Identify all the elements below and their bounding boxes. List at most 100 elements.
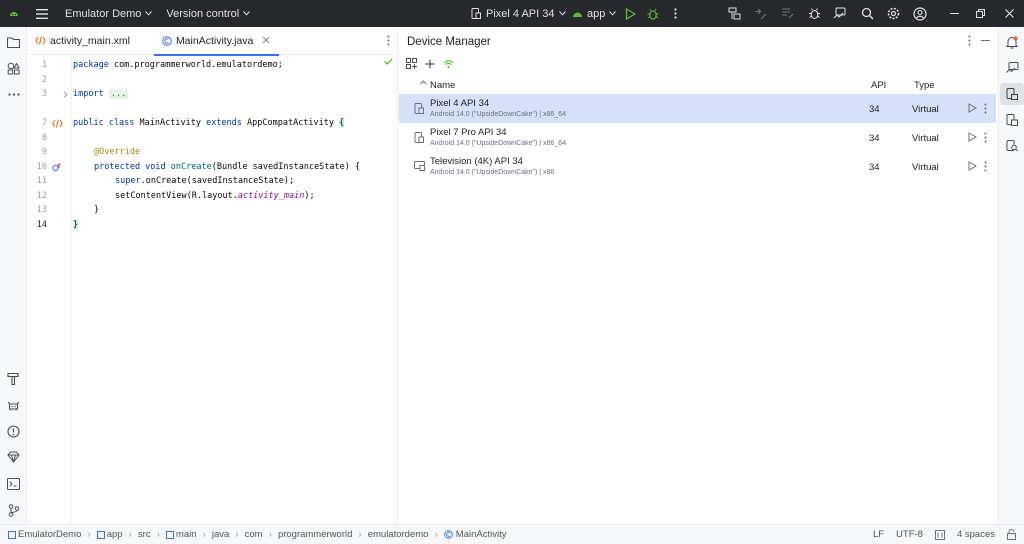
add-device-button[interactable]	[425, 59, 435, 69]
project-selector[interactable]: Emulator Demo	[59, 0, 158, 27]
project-tool-button[interactable]	[0, 30, 27, 54]
notifications-button[interactable]	[1000, 31, 1024, 53]
fold-expand-icon[interactable]	[63, 87, 68, 101]
more-tools-button[interactable]	[0, 82, 27, 106]
version-control-selector[interactable]: Version control	[160, 0, 256, 27]
code-area[interactable]: package com.programmerworld.emulatordemo…	[73, 55, 397, 524]
breadcrumb-label: com	[244, 529, 263, 540]
encoding-widget[interactable]: UTF-8	[896, 529, 923, 540]
indent-widget[interactable]: 4 spaces	[957, 529, 995, 540]
running-devices-button[interactable]	[1000, 57, 1024, 79]
breadcrumb-item[interactable]: › programmerworld	[263, 529, 353, 540]
breadcrumb-label: main	[175, 529, 197, 540]
close-window-button[interactable]	[995, 0, 1023, 27]
device-selector[interactable]: Pixel 4 API 34	[465, 0, 572, 27]
device-row[interactable]: Pixel 7 Pro API 34 Android 14.0 ("Upside…	[399, 123, 996, 152]
breadcrumb-item[interactable]: EmulatorDemo	[8, 529, 81, 540]
folded-imports[interactable]: ...	[108, 89, 129, 99]
more-actions-button[interactable]	[661, 0, 689, 27]
main-menu-icon[interactable]	[27, 0, 57, 27]
column-header-name[interactable]: Name	[430, 80, 455, 91]
breadcrumb-item[interactable]: › emulatordemo	[352, 529, 428, 540]
problems-tool-button[interactable]	[0, 419, 27, 443]
device-manager-panel: Device Manager Name API Type Pixel 4 API	[399, 27, 998, 524]
apply-code-changes-button[interactable]	[773, 0, 801, 27]
warning-circle-icon	[7, 424, 20, 438]
resource-manager-button[interactable]	[0, 56, 27, 80]
readonly-toggle-icon[interactable]	[934, 529, 945, 540]
minimize-window-button[interactable]	[940, 0, 968, 27]
panel-actions	[968, 35, 990, 46]
breadcrumb-item[interactable]: › src	[123, 529, 151, 540]
source-folder-icon	[165, 530, 174, 539]
editor-tabs-more-button[interactable]	[387, 35, 390, 46]
code-line: import ...	[73, 87, 129, 101]
tab-main-activity-java[interactable]: MainActivity.java ✕	[153, 27, 279, 56]
tab-activity-main-xml[interactable]: activity_main.xml	[27, 27, 138, 55]
hammer-icon	[7, 372, 19, 385]
no-problems-check-icon[interactable]	[384, 58, 393, 65]
more-horizontal-icon	[7, 92, 20, 96]
matched-brace: }	[73, 220, 79, 230]
device-manager-tool-button[interactable]	[1000, 83, 1024, 105]
device-row[interactable]: Pixel 4 API 34 Android 14.0 ("UpsideDown…	[399, 94, 996, 123]
more-vertical-icon	[387, 35, 390, 46]
override-marker-icon[interactable]	[52, 160, 61, 174]
terminal-tool-button[interactable]	[0, 472, 27, 496]
app-inspection-button[interactable]	[1000, 135, 1024, 157]
pair-wifi-button[interactable]	[443, 59, 454, 69]
column-header-type[interactable]: Type	[914, 80, 935, 91]
code-line: public class MainActivity extends AppCom…	[73, 116, 345, 130]
code-line: setContentView(R.layout.activity_main);	[115, 189, 315, 203]
launch-device-button[interactable]	[968, 132, 977, 142]
version-control-tool-button[interactable]	[0, 498, 27, 522]
device-menu-button[interactable]	[984, 132, 987, 143]
panel-options-button[interactable]	[968, 35, 971, 46]
device-menu-button[interactable]	[984, 161, 987, 172]
attach-debugger-button[interactable]	[800, 0, 828, 27]
keyword: package	[73, 60, 109, 70]
run-config-selector[interactable]: app	[566, 0, 622, 27]
logcat-tool-button[interactable]	[0, 393, 27, 417]
restore-window-button[interactable]	[966, 0, 994, 27]
more-vertical-icon	[984, 161, 987, 172]
device-row[interactable]: Television (4K) API 34 Android 14.0 ("Up…	[399, 152, 996, 181]
settings-button[interactable]	[879, 0, 907, 27]
column-header-api[interactable]: API	[871, 80, 886, 91]
device-menu-button[interactable]	[984, 103, 987, 114]
breadcrumb-item[interactable]: › com	[229, 529, 262, 540]
layout-link-icon[interactable]	[52, 116, 63, 130]
chevron-down-icon	[243, 11, 251, 16]
method-name: onCreate	[165, 162, 212, 172]
app-quality-button[interactable]	[0, 445, 27, 469]
keyword: public class	[73, 118, 135, 128]
device-manager-toolbar-button[interactable]	[826, 0, 854, 27]
account-button[interactable]	[906, 0, 934, 27]
breadcrumb-item[interactable]: › MainActivity	[428, 529, 506, 540]
device-api: 34	[869, 133, 880, 144]
line-separator-widget[interactable]: LF	[873, 529, 884, 540]
device-check-icon	[1005, 62, 1018, 73]
group-by-button[interactable]	[406, 58, 417, 69]
matched-brace: {	[339, 118, 345, 128]
breadcrumb-item[interactable]: › main	[151, 529, 197, 540]
breadcrumb-item[interactable]: › app	[81, 529, 122, 540]
editor-tab-bar: activity_main.xml MainActivity.java ✕	[27, 27, 398, 56]
launch-device-button[interactable]	[968, 103, 977, 113]
lock-icon[interactable]	[1007, 529, 1016, 540]
left-tool-strip	[0, 27, 27, 524]
launch-device-button[interactable]	[968, 161, 977, 171]
build-tool-button[interactable]	[0, 366, 27, 390]
breadcrumb-label: programmerworld	[277, 529, 353, 540]
minimize-panel-button[interactable]	[981, 39, 990, 42]
apply-changes-button[interactable]	[746, 0, 774, 27]
device-file-explorer-button[interactable]	[1000, 109, 1024, 131]
breadcrumb-item[interactable]: › java	[197, 529, 230, 540]
code-changes-icon	[781, 8, 793, 19]
sort-ascending-icon[interactable]	[420, 80, 427, 85]
search-button[interactable]	[853, 0, 881, 27]
build-attach-button[interactable]	[720, 0, 748, 27]
breadcrumb-label: emulatordemo	[367, 529, 429, 540]
phone-icon	[414, 103, 424, 114]
close-tab-icon[interactable]: ✕	[261, 34, 270, 47]
